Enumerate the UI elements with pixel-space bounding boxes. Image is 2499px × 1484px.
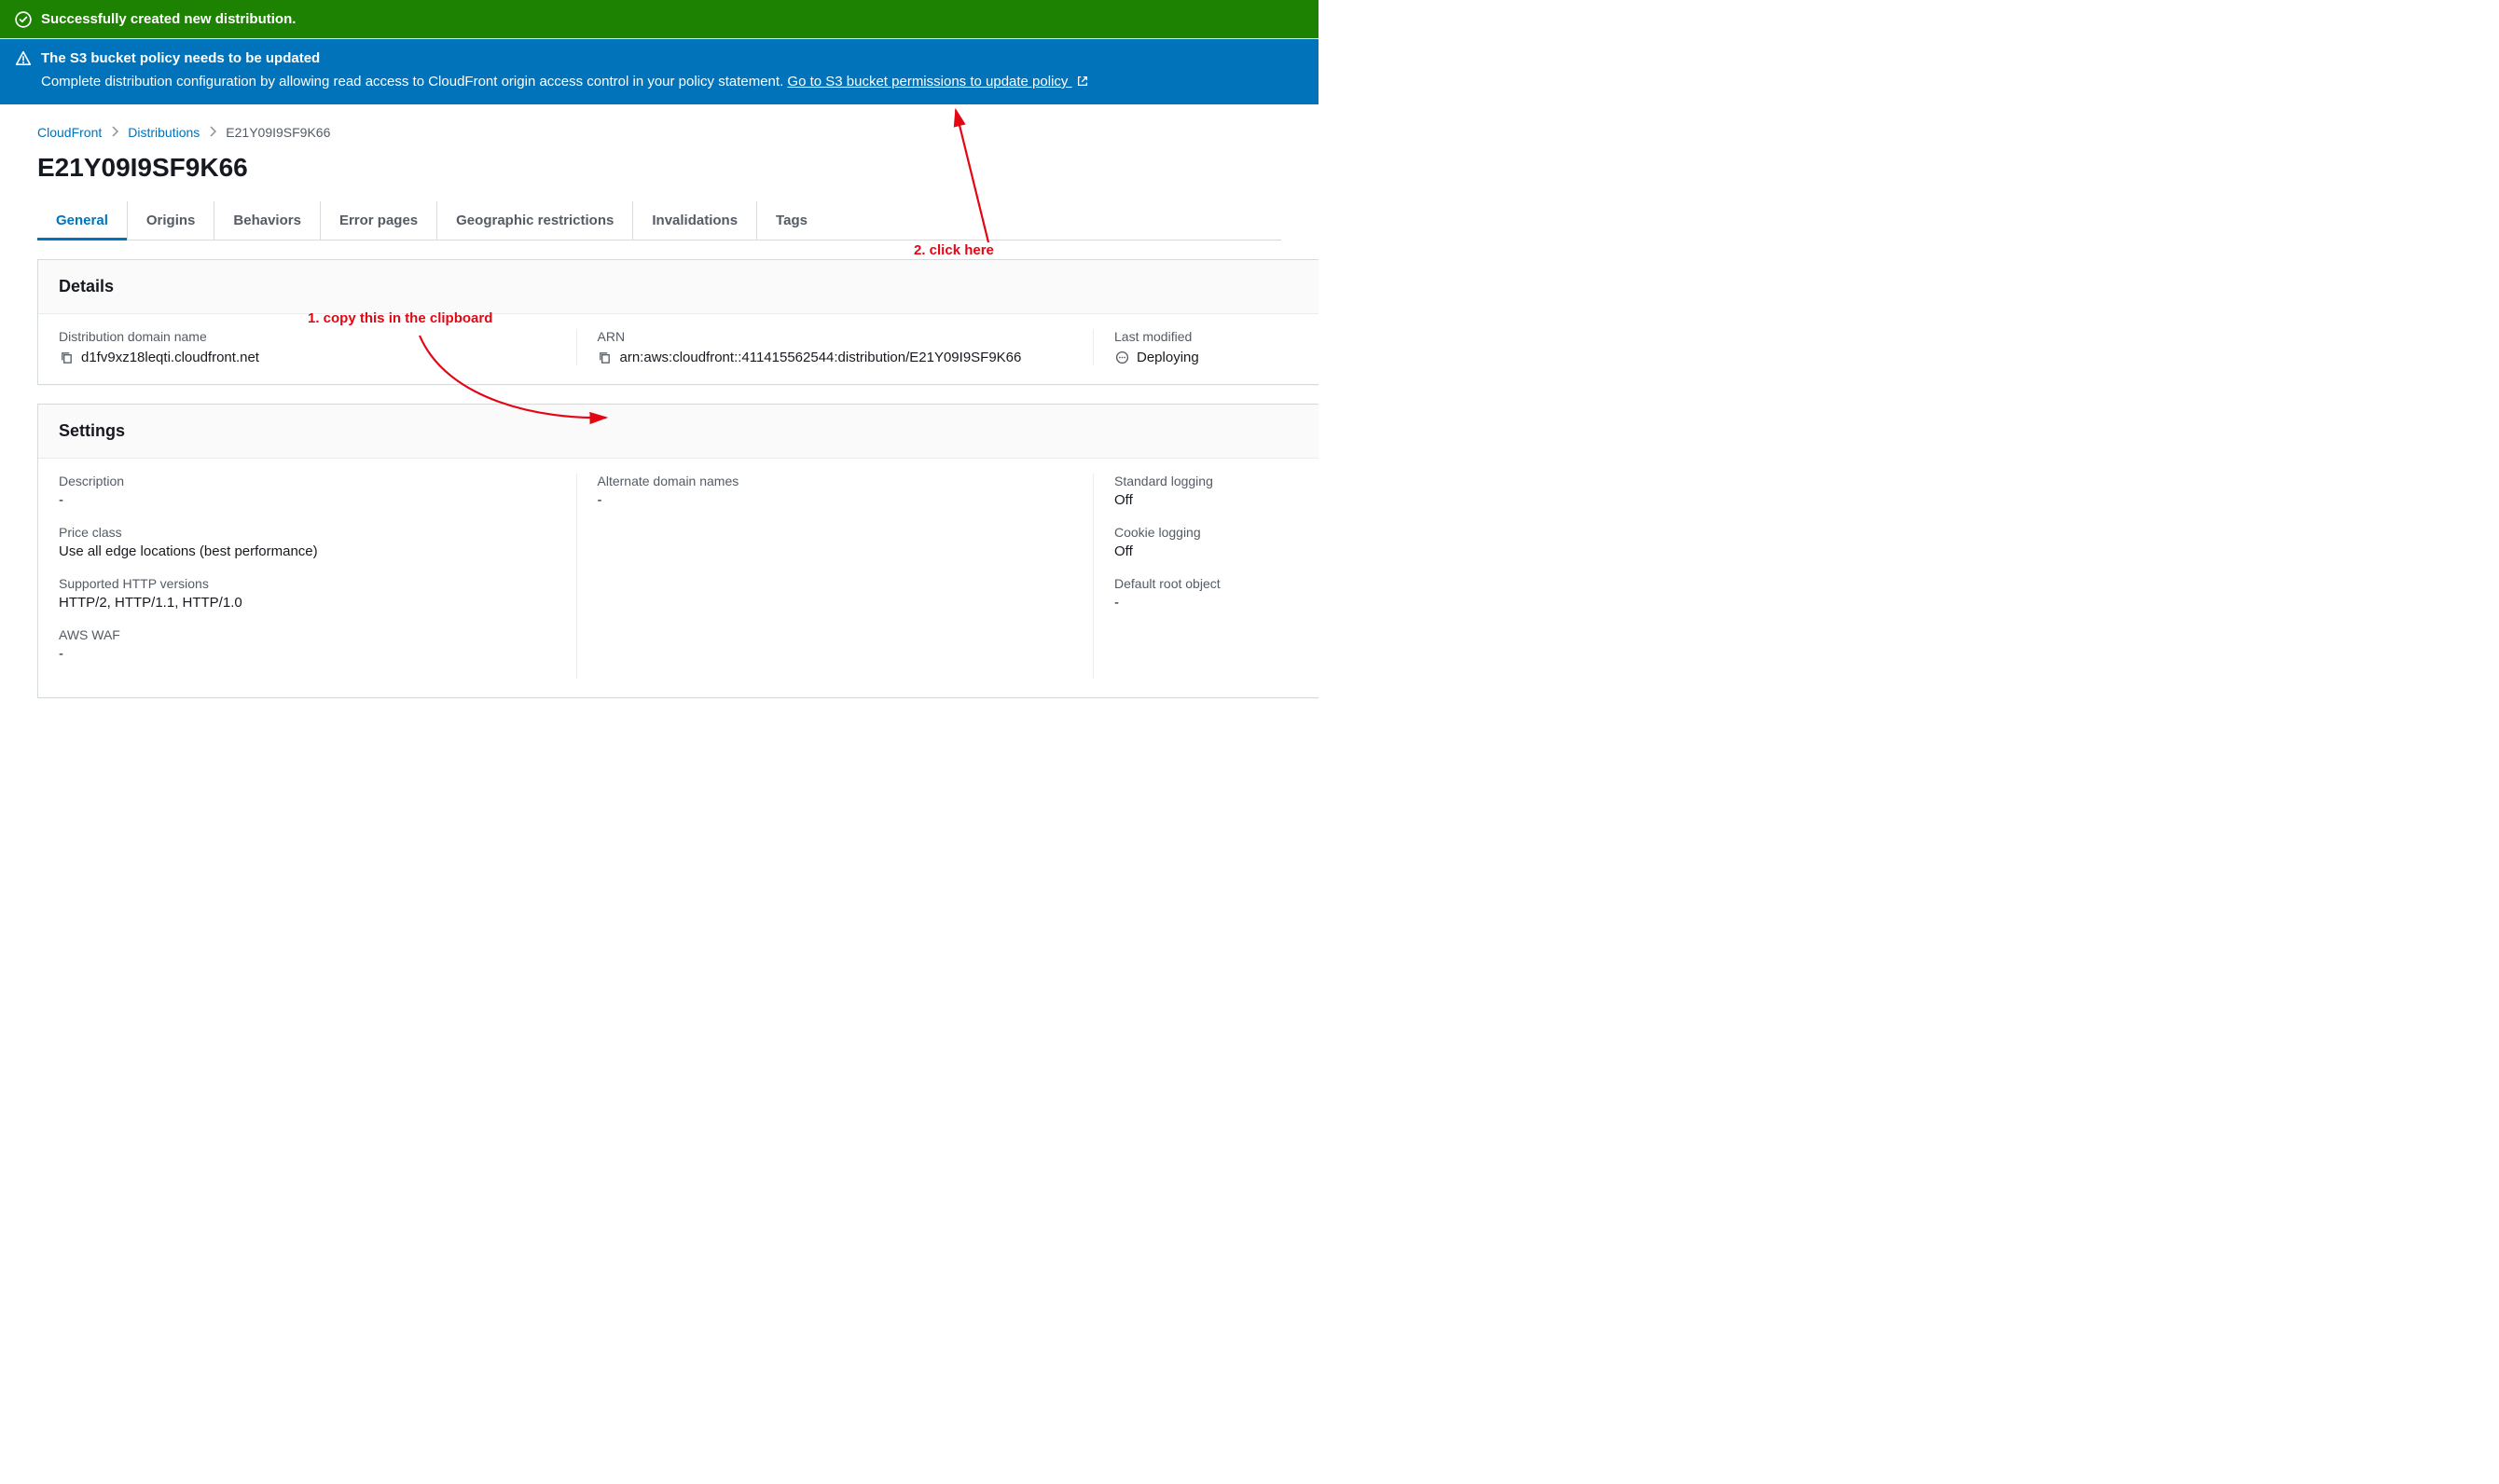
http-versions-value: HTTP/2, HTTP/1.1, HTTP/1.0 xyxy=(59,595,548,611)
price-class-label: Price class xyxy=(59,525,548,540)
breadcrumb-distributions[interactable]: Distributions xyxy=(128,125,200,140)
info-title: The S3 bucket policy needs to be updated xyxy=(41,48,1304,68)
description-label: Description xyxy=(59,474,548,488)
alternate-domains-label: Alternate domain names xyxy=(598,474,1066,488)
description-value: - xyxy=(59,492,548,508)
arn-value: arn:aws:cloudfront::411415562544:distrib… xyxy=(620,350,1022,365)
last-modified-value: Deploying xyxy=(1137,350,1199,365)
tab-error-pages[interactable]: Error pages xyxy=(321,201,437,240)
breadcrumb-cloudfront[interactable]: CloudFront xyxy=(37,125,102,140)
copy-icon[interactable] xyxy=(59,350,74,364)
page-title: E21Y09I9SF9K66 xyxy=(0,144,1319,201)
settings-panel: Settings Description - Price class Use a… xyxy=(37,404,1319,698)
default-root-object-value: - xyxy=(1114,595,1270,611)
chevron-right-icon xyxy=(209,125,216,140)
tab-geographic-restrictions[interactable]: Geographic restrictions xyxy=(437,201,633,240)
s3-policy-link[interactable]: Go to S3 bucket permissions to update po… xyxy=(787,74,1088,89)
tab-bar: General Origins Behaviors Error pages Ge… xyxy=(37,201,1281,240)
external-link-icon xyxy=(1076,74,1089,95)
details-header: Details xyxy=(38,260,1319,314)
domain-name-label: Distribution domain name xyxy=(59,329,548,344)
success-banner: Successfully created new distribution. xyxy=(0,0,1319,38)
alternate-domains-value: - xyxy=(598,492,1066,508)
price-class-value: Use all edge locations (best performance… xyxy=(59,543,548,559)
success-text: Successfully created new distribution. xyxy=(41,9,1304,29)
tab-behaviors[interactable]: Behaviors xyxy=(214,201,321,240)
breadcrumb-current: E21Y09I9SF9K66 xyxy=(226,125,330,140)
check-circle-icon xyxy=(15,11,32,28)
default-root-object-label: Default root object xyxy=(1114,576,1270,591)
aws-waf-label: AWS WAF xyxy=(59,627,548,642)
settings-header: Settings xyxy=(38,405,1319,459)
warning-triangle-icon xyxy=(15,50,32,67)
http-versions-label: Supported HTTP versions xyxy=(59,576,548,591)
tab-tags[interactable]: Tags xyxy=(757,201,826,240)
info-desc-text: Complete distribution configuration by a… xyxy=(41,74,787,89)
info-desc: Complete distribution configuration by a… xyxy=(41,72,1304,95)
breadcrumb: CloudFront Distributions E21Y09I9SF9K66 xyxy=(0,116,1319,144)
last-modified-label: Last modified xyxy=(1114,329,1270,344)
standard-logging-label: Standard logging xyxy=(1114,474,1270,488)
aws-waf-value: - xyxy=(59,646,548,662)
copy-icon[interactable] xyxy=(598,350,613,364)
arn-label: ARN xyxy=(598,329,1066,344)
info-banner: The S3 bucket policy needs to be updated… xyxy=(0,38,1319,104)
standard-logging-value: Off xyxy=(1114,492,1270,508)
cookie-logging-value: Off xyxy=(1114,543,1270,559)
domain-name-value: d1fv9xz18leqti.cloudfront.net xyxy=(81,350,259,365)
chevron-right-icon xyxy=(111,125,118,140)
in-progress-icon xyxy=(1114,350,1129,364)
tab-invalidations[interactable]: Invalidations xyxy=(633,201,757,240)
cookie-logging-label: Cookie logging xyxy=(1114,525,1270,540)
details-panel: Details Distribution domain name d1fv9xz… xyxy=(37,259,1319,385)
tab-origins[interactable]: Origins xyxy=(128,201,215,240)
tab-general[interactable]: General xyxy=(37,201,128,240)
